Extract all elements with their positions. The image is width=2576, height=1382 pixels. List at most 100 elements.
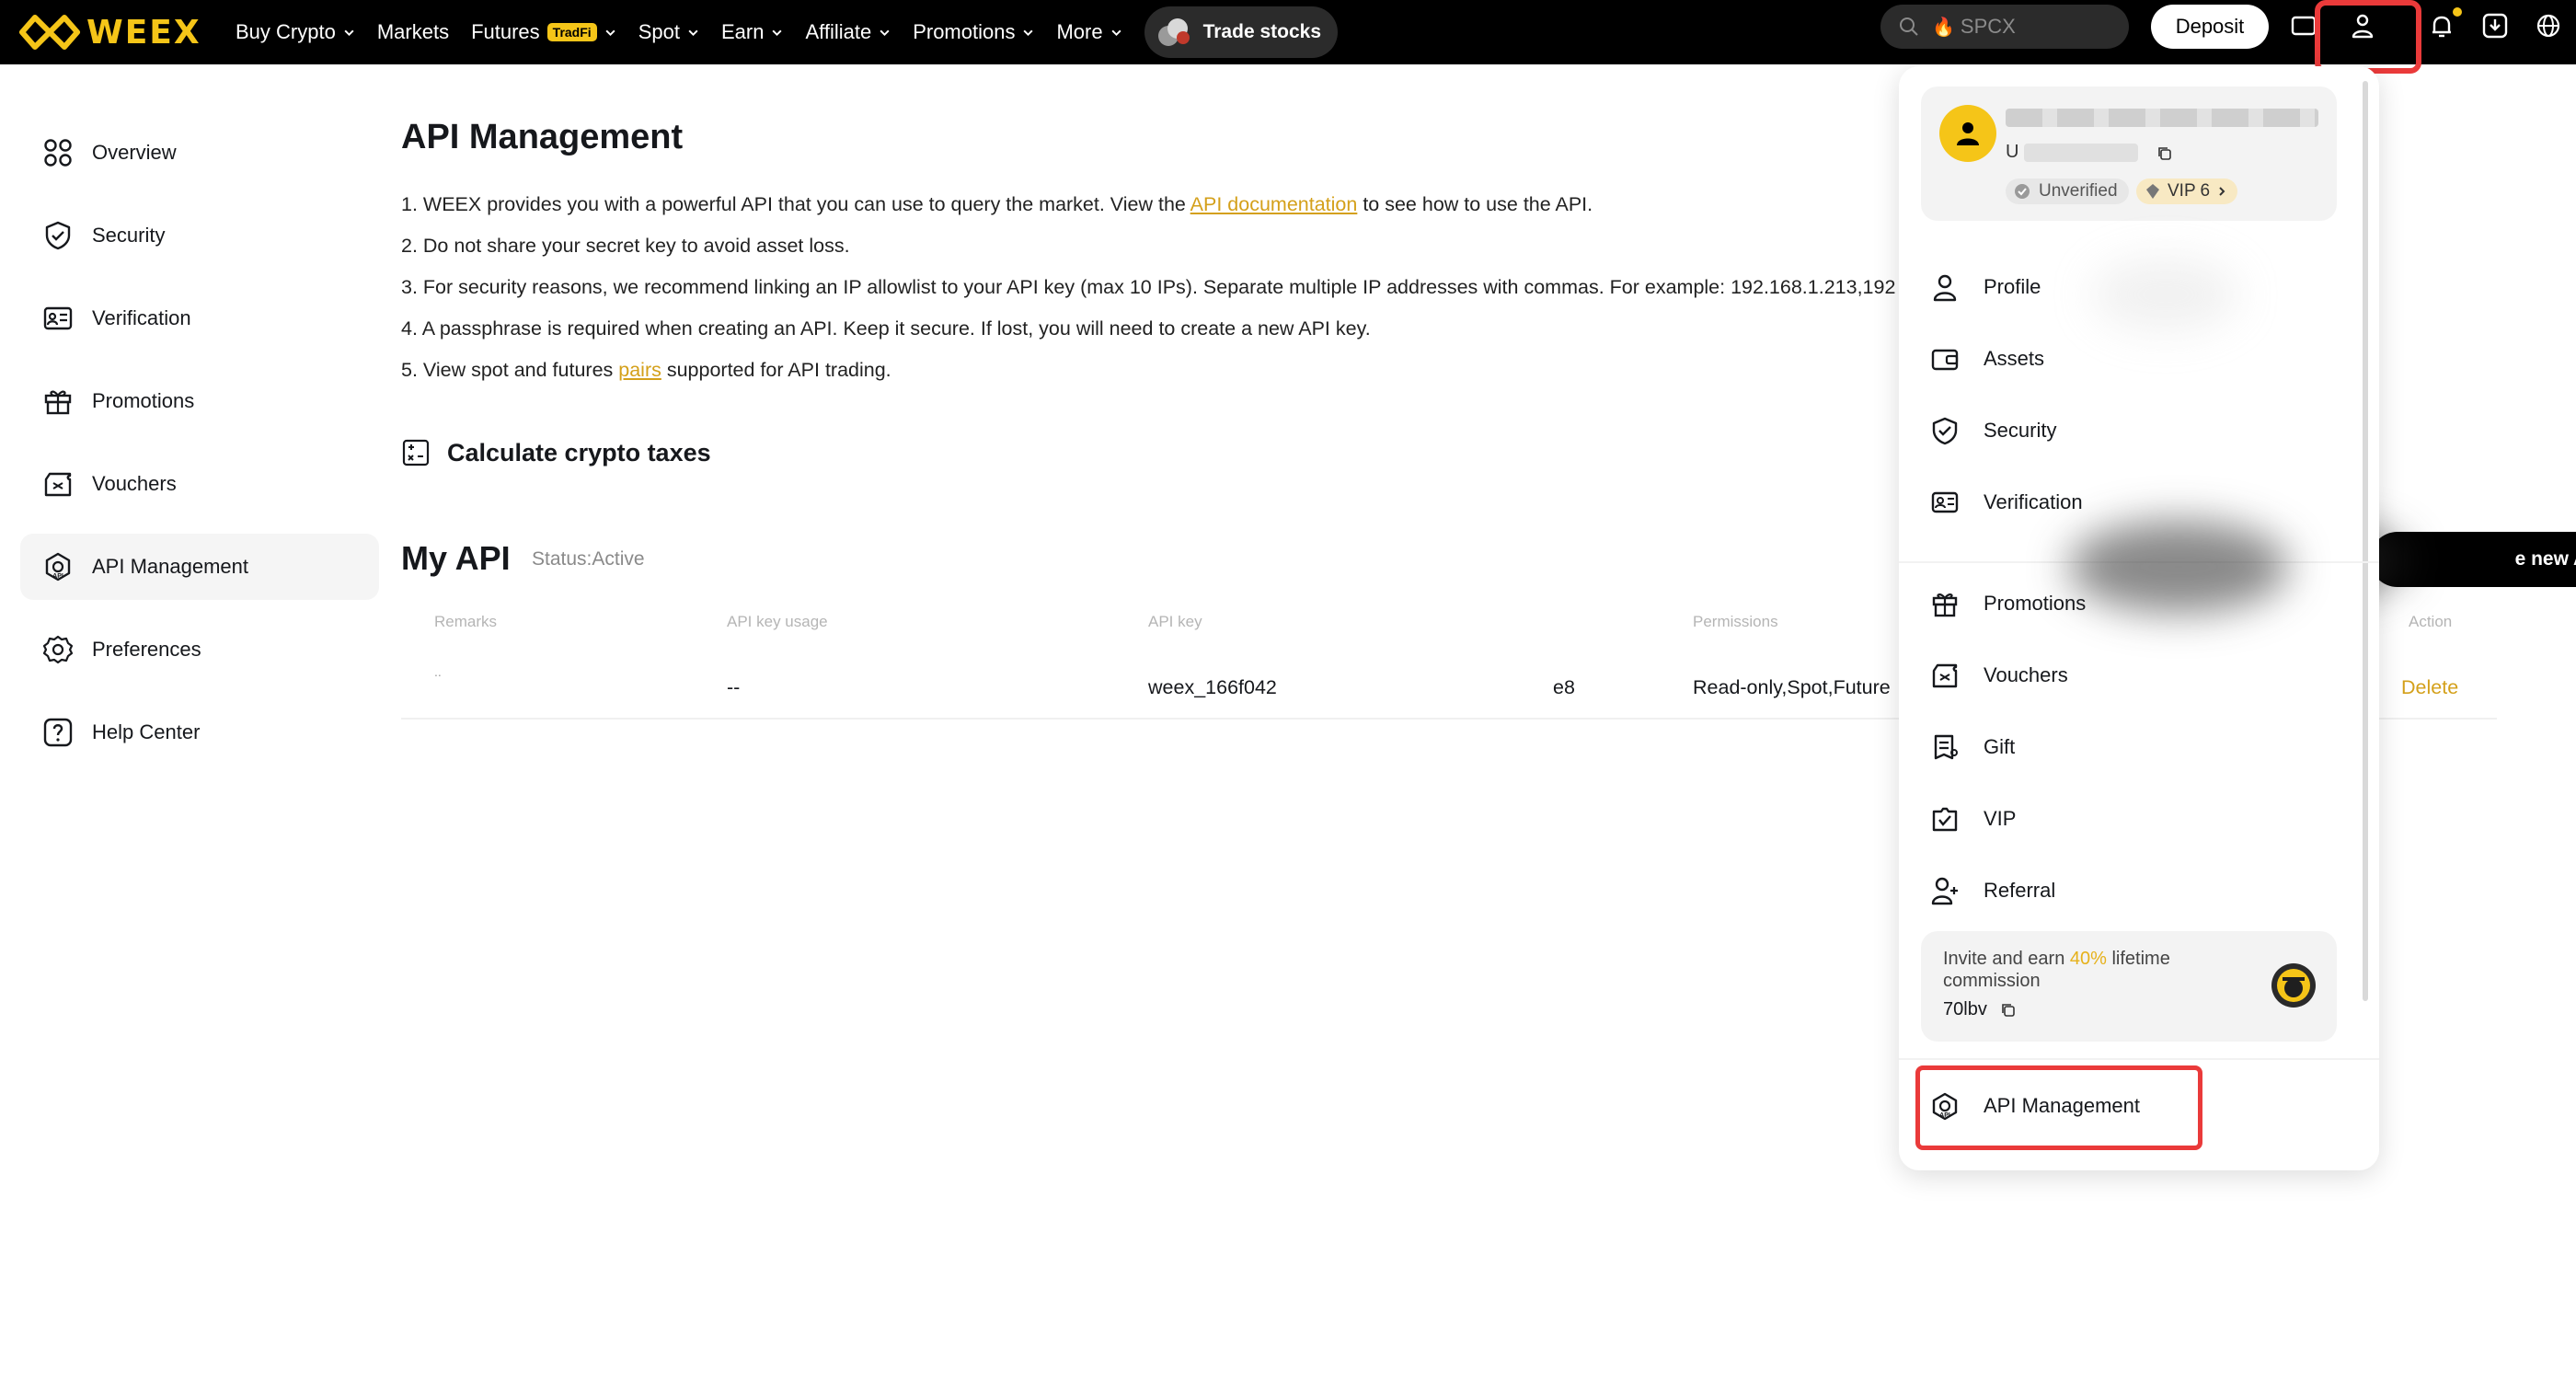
sidebar-item-promotions[interactable]: Promotions [20,368,379,434]
sidebar-item-label: Vouchers [92,472,177,495]
nav-buy-crypto[interactable]: Buy Crypto [236,20,355,44]
dropdown-item-vouchers[interactable]: Vouchers [1930,661,2068,690]
pairs-link[interactable]: pairs [618,359,661,381]
svg-text:API: API [52,573,63,580]
cell-remarks: .. [434,664,442,679]
account-sidebar: Overview Security Verification Promotion… [20,120,379,782]
globe-icon[interactable] [2532,9,2565,42]
nav-more[interactable]: More [1056,20,1121,44]
nav-promotions-label: Promotions [913,20,1016,43]
nav-affiliate-label: Affiliate [805,20,872,43]
overview-icon [44,139,72,167]
invite-card[interactable]: Invite and earn 40% lifetime commission … [1921,931,2337,1042]
coin-mascot-icon [2269,961,2318,1010]
chevron-down-icon [1111,29,1121,36]
fire-icon: 🔥 [1932,17,1955,38]
api-documentation-link[interactable]: API documentation [1190,193,1358,215]
dropdown-item-security[interactable]: Security [1930,416,2056,445]
sidebar-item-vouchers[interactable]: Vouchers [20,451,379,517]
note-2: 2. Do not share your secret key to avoid… [401,235,850,257]
voucher-icon [44,472,72,497]
sidebar-item-overview[interactable]: Overview [20,120,379,186]
invite-prefix: Invite and earn [1943,949,2070,969]
masked-uid [2024,144,2138,162]
deposit-button[interactable]: Deposit [2151,5,2269,49]
shield-icon [45,221,71,250]
invite-code-value: 70lbv [1943,999,1987,1019]
voucher-icon [1932,663,1958,688]
gift-card-icon [1934,734,1958,760]
gift-icon [1932,593,1958,617]
weex-logo[interactable]: WEEX [18,8,201,56]
top-navigation-bar: WEEX Buy Crypto Markets Futures TradFi S… [0,0,2576,74]
dropdown-item-label: Referral [1984,879,2056,902]
gear-icon [42,635,74,664]
verified-check-icon [2015,184,2030,199]
unverified-label: Unverified [2039,181,2118,201]
note-4: 4. A passphrase is required when creatin… [401,317,1371,340]
tradfi-badge: TradFi [546,23,597,41]
note-1-suffix: to see how to use the API. [1357,193,1593,215]
unverified-badge[interactable]: Unverified [2006,179,2129,204]
chevron-down-icon [688,29,698,36]
trade-stocks-button[interactable]: Trade stocks [1144,6,1338,58]
sidebar-item-label: Verification [92,306,191,329]
dropdown-item-profile[interactable]: Profile [1930,272,2041,302]
chevron-down-icon [880,29,890,36]
search-placeholder: SPCX [1960,15,2016,38]
nav-earn[interactable]: Earn [721,20,783,44]
nav-futures-label: Futures [471,20,540,43]
note-5-text: 5. View spot and futures [401,359,619,381]
dropdown-item-vip[interactable]: VIP [1930,804,2016,834]
api-management-highlight [1915,1065,2202,1150]
api-notes: 1. WEEX provides you with a powerful API… [401,190,1910,397]
nav-promotions[interactable]: Promotions [913,20,1034,44]
sidebar-item-label: API Management [92,555,248,578]
sidebar-item-api-management[interactable]: API API Management [20,534,379,600]
sidebar-item-security[interactable]: Security [20,202,379,269]
download-icon[interactable] [2478,9,2512,42]
dropdown-item-verification[interactable]: Verification [1930,488,2083,517]
avatar[interactable] [1939,105,1996,162]
calculator-icon [402,439,430,466]
user-avatar-icon [1957,122,1979,145]
copy-icon[interactable] [2156,145,2173,162]
nav-markets[interactable]: Markets [377,20,449,44]
vip-badge[interactable]: VIP 6 [2136,179,2238,204]
sidebar-item-preferences[interactable]: Preferences [20,616,379,683]
copy-icon[interactable] [2000,1002,2017,1019]
nav-earn-label: Earn [720,20,765,43]
dropdown-item-promotions[interactable]: Promotions [1930,589,2086,618]
nav-spot[interactable]: Spot [638,20,699,44]
column-header-action: Action [2409,613,2453,630]
dropdown-item-gift[interactable]: Gift [1930,732,2015,762]
dropdown-item-label: Gift [1984,735,2016,758]
delete-api-link[interactable]: Delete [2401,676,2458,699]
nav-futures[interactable]: Futures TradFi [471,20,616,44]
note-5-suffix: supported for API trading. [661,359,891,381]
sidebar-item-help-center[interactable]: Help Center [20,699,379,766]
api-icon: API [45,552,71,582]
dropdown-item-referral[interactable]: Referral [1930,876,2055,905]
dropdown-item-assets[interactable]: Assets [1930,344,2044,374]
sidebar-item-verification[interactable]: Verification [20,285,379,351]
column-header-api-key: API key [1148,613,1202,630]
column-header-permissions: Permissions [1693,613,1778,630]
calculate-crypto-taxes-link[interactable]: Calculate crypto taxes [401,438,711,467]
dropdown-scrollbar[interactable] [2363,81,2368,1001]
blurred-region [2092,258,2239,331]
search-input[interactable]: 🔥 SPCX [1880,5,2129,49]
nav-affiliate[interactable]: Affiliate [805,20,891,44]
api-status: Status:Active [532,548,645,570]
nav-markets-label: Markets [376,20,450,43]
invite-percent: 40% [2069,949,2107,969]
main-nav: Buy Crypto Markets Futures TradFi Spot E… [236,0,1338,64]
shield-icon [1932,417,1958,445]
vip-label: VIP 6 [2168,181,2211,201]
sidebar-item-label: Overview [92,141,177,164]
dropdown-item-label: Promotions [1984,592,2087,615]
notification-dot [2453,7,2462,17]
invite-code: 70lbv [1943,999,2017,1020]
dropdown-item-label: Verification [1984,490,2083,513]
note-1: 1. WEEX provides you with a powerful API… [401,190,1910,231]
